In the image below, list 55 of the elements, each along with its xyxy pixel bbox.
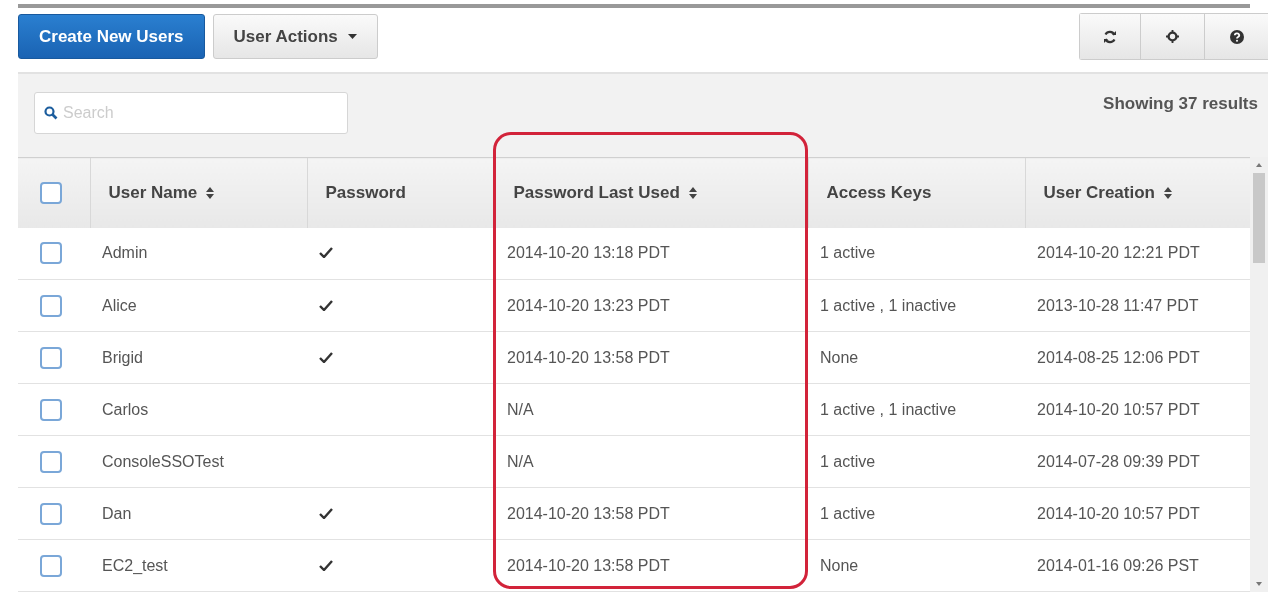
user-name[interactable]: Alice <box>102 296 137 314</box>
table-cell: 1 active <box>820 504 876 522</box>
row-checkbox[interactable] <box>40 502 62 525</box>
create-users-button[interactable]: Create New Users <box>18 14 205 59</box>
column-header[interactable]: Password Last Used <box>513 182 680 203</box>
table-cell: 2014-10-20 13:23 PDT <box>507 296 670 314</box>
table-cell: 2014-08-25 12:06 PDT <box>1037 348 1200 366</box>
row-checkbox[interactable] <box>40 398 62 421</box>
table-cell: 1 active <box>820 244 876 262</box>
table-cell: None <box>820 348 859 366</box>
caret-icon <box>347 34 357 39</box>
user-name[interactable]: Brigid <box>102 348 143 366</box>
scrollbar-thumb[interactable] <box>1253 173 1265 263</box>
column-header[interactable]: User Name <box>108 182 198 203</box>
results-count: Showing 37 results <box>1103 94 1258 114</box>
refresh-button[interactable] <box>1080 14 1140 59</box>
table-cell: 2014-10-20 13:58 PDT <box>507 348 670 366</box>
table-cell: 1 active , 1 inactive <box>820 400 957 418</box>
table-cell: 2013-10-28 11:47 PDT <box>1037 296 1199 314</box>
help-button[interactable] <box>1204 14 1268 59</box>
user-name[interactable]: Admin <box>102 244 148 262</box>
table-cell: N/A <box>507 400 534 418</box>
scroll-up-icon <box>1256 163 1262 167</box>
column-header[interactable]: Password <box>325 182 406 203</box>
table-cell: N/A <box>507 452 534 470</box>
settings-button[interactable] <box>1140 14 1204 59</box>
table-cell: 2014-01-16 09:26 PST <box>1037 556 1199 574</box>
scroll-down-icon <box>1256 582 1262 586</box>
refresh-icon <box>1103 29 1117 44</box>
table-cell: 1 active <box>820 452 876 470</box>
table-cell: 2014-07-28 09:39 PDT <box>1037 452 1200 470</box>
help-icon <box>1229 29 1244 44</box>
row-checkbox[interactable] <box>40 242 62 265</box>
user-name[interactable]: Dan <box>102 504 132 522</box>
table-cell: 2014-10-20 13:58 PDT <box>507 504 670 522</box>
user-name[interactable]: ConsoleSSOTest <box>102 452 224 470</box>
table-cell: 2014-10-20 12:21 PDT <box>1037 244 1200 262</box>
user-actions-button[interactable]: User Actions <box>212 14 378 59</box>
scrollbar[interactable] <box>1250 157 1268 592</box>
settings-icon <box>1166 30 1179 43</box>
user-name[interactable]: Carlos <box>102 400 149 418</box>
table-cell: 2014-10-20 13:18 PDT <box>507 244 670 262</box>
row-checkbox[interactable] <box>40 346 62 369</box>
column-header[interactable]: Access Keys <box>826 182 932 203</box>
column-header[interactable]: User Creation <box>1043 182 1155 203</box>
table-cell: 2014-10-20 10:57 PDT <box>1037 504 1200 522</box>
table-cell: 1 active , 1 inactive <box>820 296 957 314</box>
user-name[interactable]: EC2_test <box>102 556 168 574</box>
table-cell: 2014-10-20 13:58 PDT <box>507 556 670 574</box>
table-cell: 2014-10-20 10:57 PDT <box>1037 400 1200 418</box>
select-all-checkbox[interactable] <box>40 181 62 204</box>
row-checkbox[interactable] <box>40 294 62 317</box>
row-checkbox[interactable] <box>40 554 62 577</box>
table-cell: None <box>820 556 859 574</box>
row-checkbox[interactable] <box>40 450 62 473</box>
